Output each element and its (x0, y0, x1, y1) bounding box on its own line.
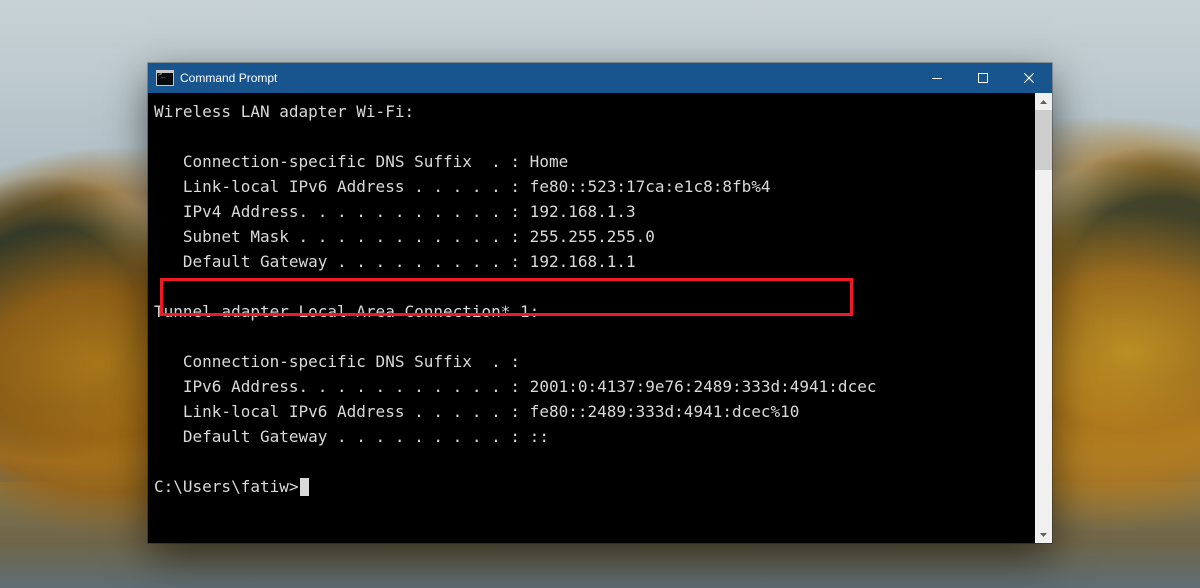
scroll-up-button[interactable] (1035, 93, 1052, 110)
output-line: Tunnel adapter Local Area Connection* 1: (154, 302, 539, 321)
output-line: Connection-specific DNS Suffix . : Home (154, 152, 568, 171)
text-cursor (300, 478, 309, 496)
scrollbar-thumb[interactable] (1035, 110, 1052, 170)
command-prompt-window: Command Prompt Wireless LAN adapter Wi-F… (148, 63, 1052, 543)
vertical-scrollbar[interactable] (1035, 93, 1052, 543)
titlebar[interactable]: Command Prompt (148, 63, 1052, 93)
output-line: Connection-specific DNS Suffix . : (154, 352, 520, 371)
scroll-down-button[interactable] (1035, 526, 1052, 543)
terminal-output[interactable]: Wireless LAN adapter Wi-Fi: Connection-s… (148, 93, 1035, 543)
maximize-button[interactable] (960, 63, 1006, 93)
window-title: Command Prompt (180, 71, 277, 85)
command-prompt-icon (156, 70, 174, 86)
output-line: Link-local IPv6 Address . . . . . : fe80… (154, 402, 799, 421)
close-button[interactable] (1006, 63, 1052, 93)
output-line-default-gateway: Default Gateway . . . . . . . . . : 192.… (154, 252, 636, 271)
command-prompt: C:\Users\fatiw> (154, 477, 299, 496)
output-line: Subnet Mask . . . . . . . . . . . : 255.… (154, 227, 655, 246)
output-line: Default Gateway . . . . . . . . . : :: (154, 427, 549, 446)
output-line: IPv6 Address. . . . . . . . . . . : 2001… (154, 377, 876, 396)
output-line: IPv4 Address. . . . . . . . . . . : 192.… (154, 202, 636, 221)
output-line: Wireless LAN adapter Wi-Fi: (154, 102, 414, 121)
window-client-area: Wireless LAN adapter Wi-Fi: Connection-s… (148, 93, 1052, 543)
scrollbar-track[interactable] (1035, 110, 1052, 526)
minimize-button[interactable] (914, 63, 960, 93)
output-line: Link-local IPv6 Address . . . . . : fe80… (154, 177, 771, 196)
